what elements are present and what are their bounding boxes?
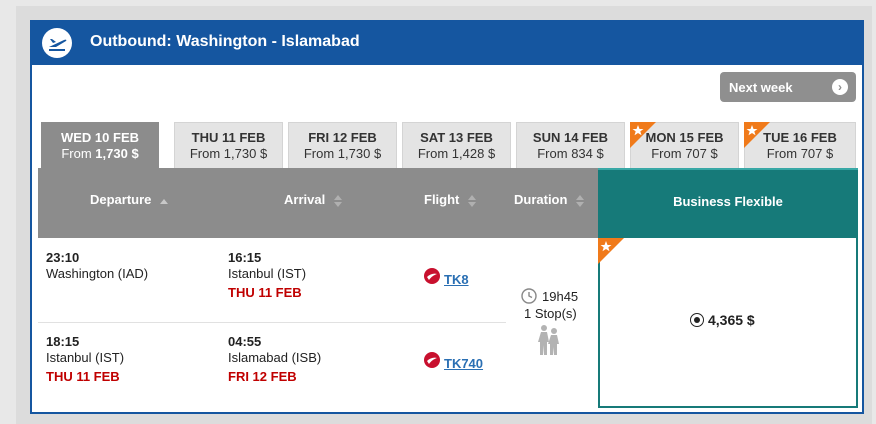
sort-duration-header[interactable]: Duration: [514, 192, 585, 208]
clock-icon: [521, 288, 537, 304]
date-tab-tue-16-feb[interactable]: TUE 16 FEB From 707 $: [744, 122, 856, 168]
duration-total: 19h45: [542, 289, 579, 304]
date-tab-sun-14-feb[interactable]: SUN 14 FEB From 834 $: [516, 122, 625, 168]
date-tab-fri-12-feb[interactable]: FRI 12 FEB From 1,730 $: [288, 122, 397, 168]
tab-price: From 707 $: [766, 146, 834, 161]
sort-flight-header[interactable]: Flight: [424, 192, 477, 208]
segment-2-departure: 18:15 Istanbul (IST) THU 11 FEB: [46, 334, 125, 384]
tab-day: WED 10 FEB: [60, 130, 139, 145]
segment-1-arrival: 16:15 Istanbul (IST) THU 11 FEB: [228, 250, 307, 300]
tab-day: FRI 12 FEB: [308, 130, 377, 145]
star-promo-icon: [744, 122, 770, 148]
tab-price: From 1,730 $: [303, 146, 382, 161]
flight-link-tk740[interactable]: TK740: [444, 356, 483, 371]
sort-icon: [468, 194, 477, 207]
fare-class-header: Business Flexible: [598, 168, 858, 238]
chevron-right-icon: ›: [832, 79, 848, 95]
sort-asc-icon: [160, 198, 169, 204]
date-tab-sat-13-feb[interactable]: SAT 13 FEB From 1,428 $: [402, 122, 511, 168]
tab-price: From 1,730 $: [189, 146, 268, 161]
star-promo-icon: [630, 122, 656, 148]
tab-day: SAT 13 FEB: [420, 130, 493, 145]
fare-option[interactable]: 4,365 $: [690, 312, 755, 328]
flight-link-tk8[interactable]: TK8: [444, 272, 469, 287]
turkish-airlines-logo-icon: [424, 352, 440, 368]
segment-1-departure: 23:10 Washington (IAD): [46, 250, 149, 281]
panel-header: Outbound: Washington - Islamabad: [32, 22, 862, 65]
duration-stops: 1 Stop(s): [524, 306, 577, 321]
tab-price: From 707 $: [651, 146, 718, 161]
fare-cell-business-flexible[interactable]: 4,365 $: [598, 238, 858, 408]
segment-2-arrival: 04:55 Islamabad (ISB) FRI 12 FEB: [228, 334, 322, 384]
sort-arrival-header[interactable]: Arrival: [284, 192, 343, 208]
next-week-button[interactable]: Next week ›: [720, 72, 856, 102]
table-header: Departure Arrival Flight Duration: [38, 168, 598, 238]
fare-radio[interactable]: [690, 313, 704, 327]
star-promo-icon: [598, 238, 624, 264]
next-week-label: Next week: [729, 80, 793, 95]
outbound-panel: Outbound: Washington - Islamabad Next we…: [30, 20, 864, 414]
fare-price: 4,365 $: [708, 312, 755, 328]
transfer-passengers-icon: [538, 325, 559, 355]
date-tab-mon-15-feb[interactable]: MON 15 FEB From 707 $: [630, 122, 739, 168]
tab-day: THU 11 FEB: [191, 130, 266, 145]
date-tab-thu-11-feb[interactable]: THU 11 FEB From 1,730 $: [174, 122, 283, 168]
tab-price: From 1,730 $: [61, 146, 139, 161]
turkish-airlines-logo-icon: [424, 268, 440, 284]
tab-price: From 1,428 $: [417, 146, 496, 161]
date-tab-wed-10-feb[interactable]: WED 10 FEB From 1,730 $: [41, 122, 159, 170]
sort-icon: [333, 194, 342, 207]
sort-icon: [576, 194, 585, 207]
tab-day: SUN 14 FEB: [532, 130, 609, 145]
plane-takeoff-icon: [42, 28, 72, 58]
tab-price: From 834 $: [537, 146, 604, 161]
page-title: Outbound: Washington - Islamabad: [90, 33, 360, 50]
sort-departure-header[interactable]: Departure: [90, 192, 169, 208]
segment-divider: [38, 322, 506, 323]
